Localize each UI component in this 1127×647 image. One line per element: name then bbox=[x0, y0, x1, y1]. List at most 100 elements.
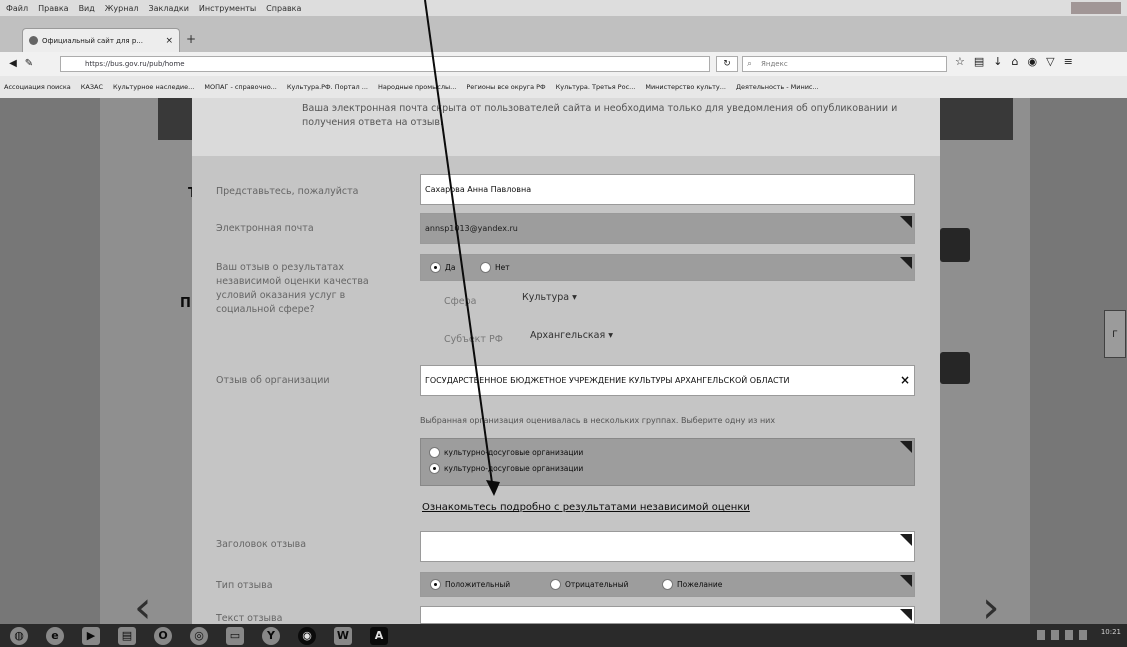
bookmark-item[interactable]: Регионы все округа РФ bbox=[466, 83, 545, 91]
star-icon[interactable]: ☆ bbox=[955, 55, 965, 68]
radio-icon[interactable] bbox=[429, 463, 440, 474]
email-label: Электронная почта bbox=[216, 223, 314, 234]
radio-icon[interactable] bbox=[550, 579, 561, 590]
email-privacy-note: Ваша электронная почта скрыта от пользов… bbox=[302, 103, 898, 128]
download-icon[interactable]: ↓ bbox=[993, 55, 1002, 68]
sphere-dropdown[interactable]: Культура ▾ bbox=[522, 292, 577, 303]
sphere-label: Сфера bbox=[444, 296, 477, 307]
group-option[interactable]: культурно-досуговые организации bbox=[429, 463, 583, 474]
review-text-field[interactable] bbox=[420, 606, 915, 624]
url-input[interactable]: https://bus.gov.ru/pub/home bbox=[60, 56, 710, 72]
chrome-icon[interactable]: ◎ bbox=[190, 626, 208, 645]
bookmark-item[interactable]: Культурное наследие... bbox=[113, 83, 194, 91]
window-controls[interactable] bbox=[1071, 2, 1121, 14]
bookmark-item[interactable]: Ассоциация поиска bbox=[4, 83, 71, 91]
bookmark-item[interactable]: Деятельность - Минис... bbox=[736, 83, 819, 91]
email-value: annsp1013@yandex.ru bbox=[425, 224, 518, 233]
feedback-side-tab[interactable]: Г bbox=[1104, 310, 1126, 358]
feedback-form: Ваша электронная почта скрыта от пользов… bbox=[192, 98, 940, 624]
pdf-reader-icon[interactable]: A bbox=[370, 626, 388, 645]
os-taskbar: ◍ e ▶ ▤ O ◎ ▭ Y ◉ W A 10:21 bbox=[0, 624, 1127, 647]
search-input[interactable]: ⌕ Яндекс bbox=[742, 56, 947, 72]
answer-yes-option[interactable]: Да bbox=[430, 262, 455, 273]
clipboard-icon[interactable]: ▤ bbox=[974, 55, 984, 68]
subject-value: Архангельская bbox=[530, 330, 606, 341]
organization-label: Отзыв об организации bbox=[216, 375, 330, 386]
menu-history[interactable]: Журнал bbox=[105, 4, 139, 13]
organization-field[interactable]: ГОСУДАРСТВЕННОЕ БЮДЖЕТНОЕ УЧРЕЖДЕНИЕ КУЛ… bbox=[420, 365, 915, 396]
side-button[interactable] bbox=[940, 228, 970, 262]
menu-edit[interactable]: Правка bbox=[38, 4, 68, 13]
radio-icon[interactable] bbox=[430, 262, 441, 273]
chevron-down-icon: ▾ bbox=[572, 292, 577, 303]
radio-icon[interactable] bbox=[480, 262, 491, 273]
page-left-margin bbox=[0, 98, 100, 624]
review-type-wish[interactable]: Пожелание bbox=[662, 579, 722, 590]
menu-tools[interactable]: Инструменты bbox=[199, 4, 256, 13]
media-player-icon[interactable]: ▶ bbox=[82, 626, 100, 645]
home-icon[interactable]: ⌂ bbox=[1012, 55, 1019, 68]
tray-network-icon[interactable] bbox=[1051, 630, 1059, 640]
email-field[interactable]: annsp1013@yandex.ru bbox=[420, 213, 915, 244]
review-type-label: Тип отзыва bbox=[216, 580, 273, 591]
radio-icon[interactable] bbox=[662, 579, 673, 590]
firefox-icon[interactable]: ◉ bbox=[298, 626, 316, 645]
back-arrow-icon[interactable]: ◀ bbox=[6, 57, 20, 71]
pocket-icon[interactable]: ◉ bbox=[1027, 55, 1037, 68]
radio-icon[interactable] bbox=[430, 579, 441, 590]
field-corner-icon bbox=[900, 534, 912, 546]
form-note-area: Ваша электронная почта скрыта от пользов… bbox=[192, 98, 940, 156]
menu-icon[interactable]: ≡ bbox=[1064, 55, 1073, 68]
close-tab-icon[interactable]: × bbox=[165, 36, 173, 46]
group-option[interactable]: культурно-досуговые организации bbox=[429, 447, 583, 458]
bookmark-item[interactable]: Культура.РФ. Портал ... bbox=[287, 83, 368, 91]
start-icon[interactable]: ◍ bbox=[10, 626, 28, 645]
bookmark-item[interactable]: Народные промыслы... bbox=[378, 83, 456, 91]
field-corner-icon bbox=[900, 575, 912, 587]
search-placeholder: Яндекс bbox=[761, 60, 788, 68]
name-field[interactable]: Сахарова Анна Павловна bbox=[420, 174, 915, 205]
field-corner-icon bbox=[900, 257, 912, 269]
review-title-field[interactable] bbox=[420, 531, 915, 562]
menu-file[interactable]: Файл bbox=[6, 4, 28, 13]
word-icon[interactable]: W bbox=[334, 626, 352, 645]
field-corner-icon bbox=[900, 216, 912, 228]
radio-icon[interactable] bbox=[429, 447, 440, 458]
bookmark-item[interactable]: Культура. Третья Рос... bbox=[556, 83, 636, 91]
browser-tab[interactable]: Официальный сайт для р... × bbox=[22, 28, 180, 52]
answer-no-option[interactable]: Нет bbox=[480, 262, 510, 273]
files-icon[interactable]: ▤ bbox=[118, 626, 136, 645]
side-button[interactable] bbox=[940, 352, 970, 384]
folder-icon[interactable]: ▭ bbox=[226, 626, 244, 645]
yandex-icon[interactable]: Y bbox=[262, 626, 280, 645]
bookmark-item[interactable]: Министерство культу... bbox=[645, 83, 726, 91]
review-type-negative[interactable]: Отрицательный bbox=[550, 579, 629, 590]
settings-wrench-icon[interactable]: ✎ bbox=[22, 57, 36, 71]
bookmarks-bar: Ассоциация поиска КАЗАС Культурное насле… bbox=[0, 76, 1127, 98]
opera-icon[interactable]: O bbox=[154, 626, 172, 645]
bookmark-item[interactable]: МОПАГ - справочно... bbox=[204, 83, 277, 91]
chevron-down-icon: ▾ bbox=[608, 330, 614, 341]
clock: 10:21 bbox=[1100, 628, 1121, 636]
tray-keyboard-icon[interactable] bbox=[1079, 630, 1087, 640]
menu-view[interactable]: Вид bbox=[79, 4, 95, 13]
evaluation-results-link[interactable]: Ознакомьтесь подробно с результатами нез… bbox=[422, 502, 750, 513]
subject-dropdown[interactable]: Архангельская ▾ bbox=[530, 330, 613, 341]
browser-ie-icon[interactable]: e bbox=[46, 626, 64, 645]
subject-label: Субъект РФ bbox=[444, 334, 503, 345]
new-tab-icon[interactable]: + bbox=[186, 32, 196, 46]
navigation-bar: ◀ ✎ https://bus.gov.ru/pub/home ↻ ⌕ Янде… bbox=[0, 52, 1127, 76]
menu-bookmarks[interactable]: Закладки bbox=[148, 4, 188, 13]
tray-flag-icon[interactable] bbox=[1037, 630, 1045, 640]
review-type-label-text: Пожелание bbox=[677, 580, 723, 589]
reload-icon[interactable]: ↻ bbox=[716, 56, 738, 72]
clear-icon[interactable]: × bbox=[900, 366, 910, 395]
name-value: Сахарова Анна Павловна bbox=[425, 185, 532, 194]
tray-volume-icon[interactable] bbox=[1065, 630, 1073, 640]
group-options: культурно-досуговые организации культурн… bbox=[420, 438, 915, 486]
bookmark-item[interactable]: КАЗАС bbox=[81, 83, 103, 91]
menu-help[interactable]: Справка bbox=[266, 4, 301, 13]
shield-icon[interactable]: ▽ bbox=[1046, 55, 1054, 68]
sphere-value: Культура bbox=[522, 292, 570, 303]
review-type-positive[interactable]: Положительный bbox=[430, 579, 510, 590]
